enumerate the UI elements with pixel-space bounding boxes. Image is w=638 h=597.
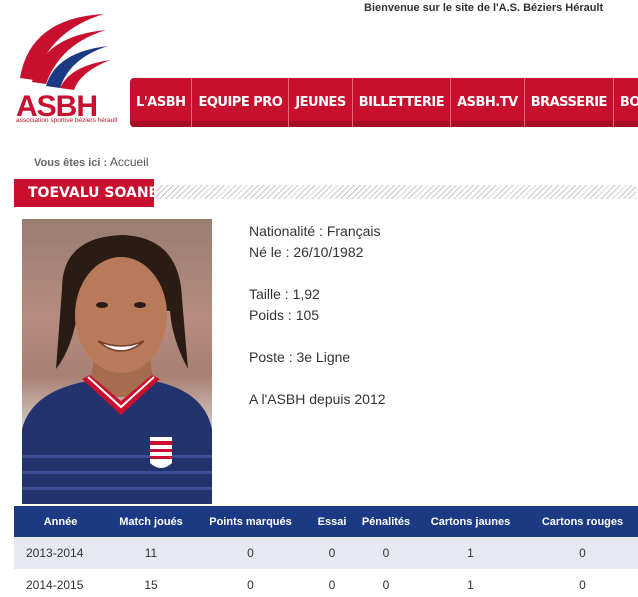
title-divider	[156, 185, 636, 199]
cell-essai: 0	[328, 546, 336, 560]
player-info: Nationalité : Français Né le : 26/10/198…	[249, 221, 386, 410]
stats-header-row: Année Match joués Points marqués Essai P…	[14, 506, 638, 537]
cell-cartons-rouges: 0	[579, 578, 586, 592]
nav-item-boutique[interactable]: BOUTIQ	[614, 78, 638, 127]
player-position: Poste : 3e Ligne	[249, 349, 351, 365]
cell-cartons-jaunes: 1	[467, 546, 474, 560]
cell-matchs: 15	[144, 578, 158, 592]
welcome-message: Bienvenue sur le site de l'A.S. Béziers …	[364, 2, 604, 14]
player-birthdate: Né le : 26/10/1982	[249, 244, 364, 260]
player-height: Taille : 1,92	[249, 286, 320, 302]
cell-essai: 0	[328, 578, 336, 592]
logo-arcs-icon	[20, 14, 110, 90]
breadcrumb-label: Vous êtes ici :	[34, 157, 108, 169]
cell-cartons-rouges: 0	[579, 546, 586, 560]
cell-points: 0	[247, 546, 254, 560]
cell-penalites: 0	[382, 578, 390, 592]
col-header-cartons-jaunes: Cartons jaunes	[430, 515, 511, 528]
nav-item-billetterie[interactable]: BILLETTERIE	[353, 78, 452, 127]
nav-item-equipe-pro[interactable]: EQUIPE PRO	[192, 78, 290, 127]
main-nav: L'ASBH EQUIPE PRO JEUNES BILLETTERIE ASB…	[130, 78, 638, 127]
col-header-matchs: Match joués	[119, 515, 183, 528]
breadcrumb: Vous êtes ici : Accueil	[34, 155, 149, 169]
player-since: A l'ASBH depuis 2012	[249, 391, 386, 407]
page-title: TOEVALU SOANE	[14, 179, 158, 207]
nav-item-brasserie[interactable]: BRASSERIE	[525, 78, 614, 127]
player-weight: Poids : 105	[249, 307, 320, 323]
nav-item-asbh[interactable]: L'ASBH	[130, 78, 193, 127]
player-photo	[22, 219, 212, 504]
asbh-logo[interactable]: ASBH association sportive béziers héraul…	[12, 8, 118, 124]
cell-matchs: 11	[144, 546, 158, 560]
table-row: 2014-2015 15 0 0 0 1 0	[14, 569, 638, 597]
col-header-essai: Essai	[317, 515, 347, 528]
table-row: 2013-2014 11 0 0 0 1 0	[14, 537, 638, 569]
breadcrumb-home-link[interactable]: Accueil	[110, 155, 149, 169]
nav-item-jeunes[interactable]: JEUNES	[289, 78, 353, 127]
cell-cartons-jaunes: 1	[467, 578, 474, 592]
col-header-annee: Année	[43, 515, 78, 528]
logo-subtitle: association sportive béziers hérault	[16, 117, 118, 124]
player-stats-table: Année Match joués Points marqués Essai P…	[14, 506, 638, 597]
nav-item-asbh-tv[interactable]: ASBH.TV	[451, 78, 525, 127]
col-header-points: Points marqués	[209, 515, 292, 528]
player-nationality: Nationalité : Français	[249, 223, 381, 239]
cell-annee: 2014-2015	[26, 578, 84, 592]
col-header-cartons-rouges: Cartons rouges	[541, 515, 624, 528]
cell-points: 0	[247, 578, 254, 592]
cell-annee: 2013-2014	[26, 546, 84, 560]
cell-penalites: 0	[382, 546, 390, 560]
col-header-penalites: Pénalités	[361, 515, 411, 528]
